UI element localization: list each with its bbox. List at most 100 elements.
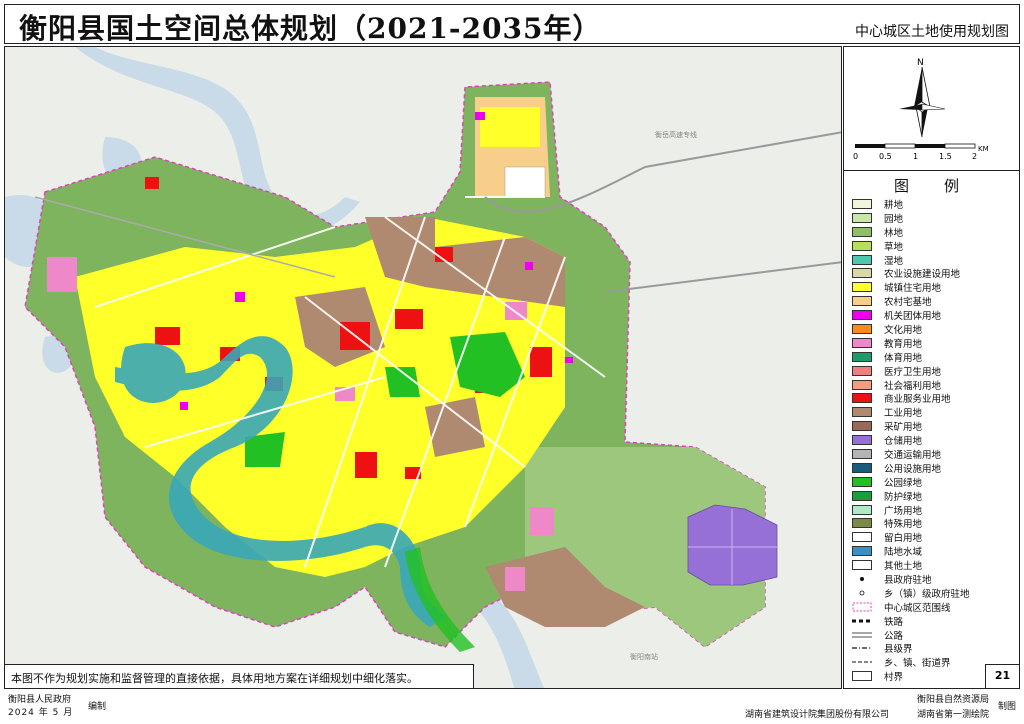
legend-item: 仓储用地 [852,433,1017,447]
legend-item: 县政府驻地 [852,572,1017,586]
legend-item: 公园绿地 [852,475,1017,489]
legend-swatch [852,379,872,390]
header-bar: 衡阳县国土空间总体规划（2021-2035年） 中心城区土地使用规划图 [4,4,1020,45]
legend-swatch [852,198,872,209]
map-canvas[interactable]: 衡岳高速专线 衡阳南站 [4,46,842,689]
legend-swatch [852,518,872,529]
legend-label: 特殊用地 [884,519,923,531]
legend-label: 县级界 [884,644,913,656]
legend-item: 公路 [852,628,1017,642]
map-subtitle: 中心城区土地使用规划图 [855,24,1009,40]
legend-swatch [852,587,872,598]
legend-label: 留白用地 [884,533,923,545]
legend-swatch [852,532,872,543]
legend-list: 耕地 园地 林地草地湿地 农业设施建设用地城镇住宅用地 农村宅基地机关团体用地 文化用地教… [852,197,1017,683]
svg-text:KM: KM [978,145,989,153]
map-label-station: 衡阳南站 [630,652,658,661]
north-arrow-icon: N [899,58,946,138]
svg-text:0: 0 [853,152,858,161]
legend-item: 乡（镇）级政府驻地 [852,586,1017,600]
legend-item: 机关团体用地 [852,308,1017,322]
legend-item: 其他土地 [852,558,1017,572]
disclaimer-note: 本图不作为规划实施和监督管理的直接依据，具体用地方案在详细规划中细化落实。 [4,664,474,689]
legend-item: 铁路 [852,614,1017,628]
scale-bar: 0 0.5 1 1.5 2 KM [853,143,989,161]
svg-text:2: 2 [972,152,977,161]
legend-item: 耕地 [852,197,1017,211]
legend-item: 体育用地 [852,350,1017,364]
legend-label: 耕地 [884,199,904,211]
legend-item: 医疗卫生用地 [852,364,1017,378]
legend-swatch [852,490,872,501]
legend-item: 县级界 [852,642,1017,656]
legend-label: 乡（镇）级政府驻地 [884,588,970,600]
legend-item: 陆地水域 [852,544,1017,558]
footer-date: 2024 年 5 月 [8,708,74,718]
legend-swatch [852,448,872,459]
legend-swatch [852,282,872,293]
legend-swatch [852,629,872,640]
legend-label: 公用设施用地 [884,463,942,475]
legend-item: 草地 [852,239,1017,253]
legend-label: 草地 [884,241,904,253]
legend-swatch [852,212,872,223]
page-number: 21 [985,664,1020,689]
legend-label: 仓储用地 [884,436,923,448]
legend-label: 商业服务业用地 [884,394,951,406]
svg-text:0.5: 0.5 [879,152,892,161]
legend-item: 留白用地 [852,530,1017,544]
footer-org-right-1: 衡阳县自然资源局 [917,695,990,705]
legend-item: 公用设施用地 [852,461,1017,475]
footer-compile: 编制 [88,702,107,712]
legend-item: 园地 [852,211,1017,225]
legend-swatch [852,323,872,334]
legend-swatch [852,407,872,418]
legend-item: 商业服务业用地 [852,391,1017,405]
footer-org-center: 湖南省建筑设计院集团股份有限公司 [745,710,890,720]
legend-swatch [852,504,872,515]
legend-swatch [852,240,872,251]
legend-label: 公园绿地 [884,477,923,489]
legend-item: 文化用地 [852,322,1017,336]
legend-item: 教育用地 [852,336,1017,350]
legend-item: 林地 [852,225,1017,239]
legend-label: 城镇住宅用地 [884,283,942,295]
legend-item: 社会福利用地 [852,378,1017,392]
legend-label: 机关团体用地 [884,311,942,323]
legend-label: 体育用地 [884,352,923,364]
legend-item: 城镇住宅用地 [852,280,1017,294]
legend-swatch [852,462,872,473]
legend-swatch [852,254,872,265]
legend-label: 中心城区范围线 [884,602,951,614]
legend-swatch [852,268,872,279]
svg-text:N: N [917,58,924,68]
legend-swatch [852,476,872,487]
legend-swatch [852,393,872,404]
legend-label: 陆地水域 [884,547,923,559]
legend-item: 特殊用地 [852,516,1017,530]
legend-label: 公路 [884,630,904,642]
north-arrow-box: N 0 0.5 1 1.5 2 KM [844,47,1019,171]
legend-label: 县政府驻地 [884,575,932,586]
footer-make: 制图 [998,702,1017,712]
footer-org-right-2: 湖南省第一测绘院 [917,710,990,720]
legend-item: 农村宅基地 [852,294,1017,308]
legend-swatch [852,573,872,584]
legend-swatch [852,435,872,446]
footer: 衡阳县人民政府 2024 年 5 月 编制 湖南省建筑设计院集团股份有限公司 衡… [0,690,1024,724]
legend-label: 文化用地 [884,324,923,336]
legend-label: 防护绿地 [884,491,923,503]
legend-label: 采矿用地 [884,422,923,434]
legend-item: 农业设施建设用地 [852,266,1017,280]
legend-item: 采矿用地 [852,419,1017,433]
legend-swatch [852,296,872,307]
footer-org-left: 衡阳县人民政府 [8,695,72,705]
legend-label: 湿地 [884,255,904,267]
legend-label: 农村宅基地 [884,297,932,309]
legend-swatch [852,560,872,571]
legend-panel: N 0 0.5 1 1.5 2 KM 图 例 耕地 园地 林地 草地 湿地 农业… [843,46,1020,689]
legend-item: 防护绿地 [852,489,1017,503]
legend-swatch [852,671,872,682]
legend-item: 湿地 [852,253,1017,267]
svg-text:1.5: 1.5 [939,152,952,161]
